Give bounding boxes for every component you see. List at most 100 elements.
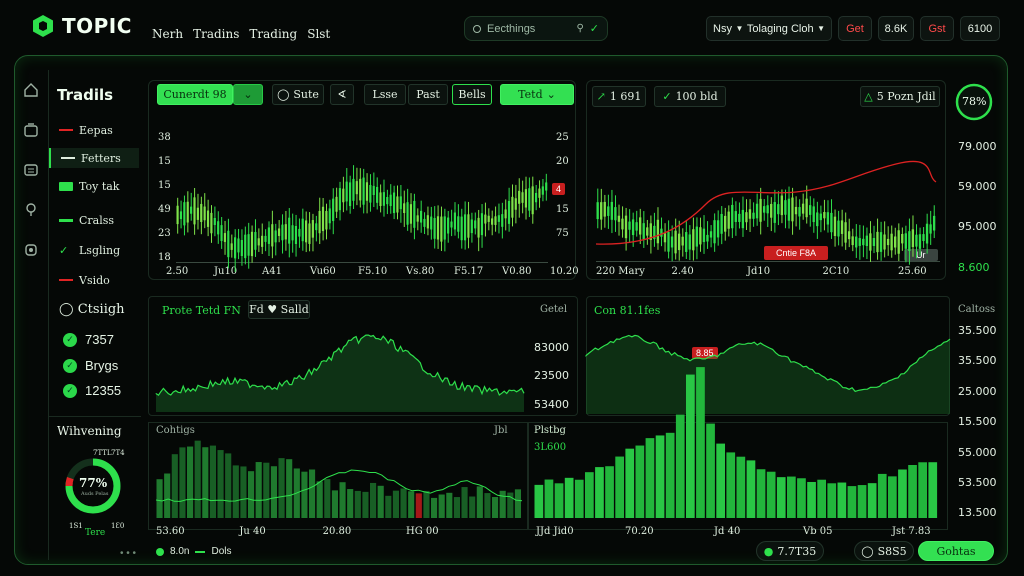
dropdown-group[interactable]: Nsy ▼ Tolaging Cloh ▼ [706,16,832,41]
gst-button[interactable]: Gst [920,16,954,41]
candle-body [759,198,762,222]
grid-icon[interactable] [23,162,39,178]
y-tick-right: 20 [556,156,569,167]
candle-body [426,215,429,229]
sidebar-item-cralss[interactable]: Cralss [49,210,139,230]
tab-lsse[interactable]: Lsse [364,84,406,105]
candle-body [504,209,507,219]
wallet-icon[interactable] [23,122,39,138]
candle-body [511,196,514,218]
tab-sute[interactable]: ◯ Sute [272,84,324,105]
x-tick: A41 [262,266,282,277]
nav-item[interactable]: Tradins [193,27,239,41]
stat-item[interactable]: ✓ Brygs [63,358,118,373]
filter-tag[interactable]: Fd ♥ Salld [248,300,310,319]
candle-body [491,218,494,225]
candle-body [433,218,436,239]
top-bar: TOPIC Nerh Tradins Trading Slst Eecthing… [0,0,1024,56]
chevron-down-icon[interactable]: ✓ [590,22,599,35]
area-fill [156,335,524,412]
candle-body [646,227,649,236]
candle-body [186,201,189,223]
bar [746,460,756,518]
search-icon[interactable]: ⚲ [576,23,583,34]
candle-body [738,213,741,222]
candle-body [318,210,321,234]
candle-body [332,198,335,221]
tab-current[interactable]: Cunerdt 98 [157,84,233,105]
candle-body [600,202,603,220]
candle-body [203,206,206,221]
tab-100bld[interactable]: ✓ 100 bld [654,86,726,107]
candle-body [206,210,210,227]
sidebar-item-fetters[interactable]: Fetters [49,148,139,168]
x-tick: HG 00 [406,526,439,537]
footer-count-button[interactable]: ◯ S8S5 [854,541,914,561]
candle-body [809,205,812,215]
candle-body [541,186,544,195]
candle-body [734,211,737,222]
home-icon[interactable] [23,82,39,98]
bar [888,476,897,518]
candle-body [223,233,227,242]
bar [476,486,483,518]
candle-body [487,215,490,222]
gauge-left-bottom: 1S1 [69,522,83,530]
check-icon: ✓ [662,90,672,103]
info-chip[interactable]: △ 5 Pozn Jdil [860,86,940,107]
info-label: 5 Pozn Jdil [876,90,936,103]
tab-past[interactable]: Past [408,84,448,105]
sidebar-item-eepas[interactable]: Eepas [49,120,139,140]
search-input[interactable]: Eecthings ⚲ ✓ [464,16,608,41]
nav-item[interactable]: Nerh [152,27,183,41]
tab-bells[interactable]: Bells [452,84,492,105]
sidebar-item-lsgling[interactable]: ✓ Lsgling [49,240,139,260]
candle-body [631,219,635,236]
bar [225,453,232,518]
dropdown-cloud[interactable]: Tolaging Cloh [747,23,814,35]
bar [675,414,685,518]
candle-type-icon[interactable]: ∢ [330,84,354,105]
chevron-down-icon: ▼ [817,24,825,33]
green-dot-icon [156,547,164,556]
bulb-icon[interactable] [23,202,39,218]
footer-primary-button[interactable]: Gohtas [918,541,994,561]
get-button[interactable]: Get [838,16,872,41]
sidebar-item-vsido[interactable]: Vsido [49,270,139,290]
stat-item[interactable]: ✓ 12355 [63,383,121,398]
chevron-down-icon: ⌄ [546,88,556,101]
footer-value-button[interactable]: ● 7.7T35 [756,541,824,561]
x-tick: 20.80 [322,526,352,537]
sidebar-item-toytak[interactable]: Toy tak [49,176,139,196]
y-tick: 53.500 [958,476,997,489]
bar [867,483,877,518]
count-button[interactable]: 6100 [960,16,1000,41]
dropdown-period[interactable]: Nsy [713,23,732,35]
bar [797,478,806,518]
value-button[interactable]: 8.6K [878,16,914,41]
tab-1691[interactable]: ↗ 1 691 [592,86,646,107]
candle-body [699,227,702,245]
bar [564,477,574,518]
y-tick: 15.500 [958,415,997,428]
x-tick: 220 Mary [596,266,645,277]
candle-body [244,234,247,259]
tab-tetd[interactable]: Tetd ⌄ [500,84,574,105]
candle-body [230,243,233,250]
more-dots[interactable]: • • • [120,548,136,559]
candle-body [308,223,311,244]
candle-body [376,186,379,203]
candle-body [406,202,409,225]
bar [706,423,715,518]
stat-item[interactable]: ✓ 7357 [63,332,114,347]
settings-icon[interactable] [23,242,39,258]
chevron-down-icon[interactable]: ⌄ [233,84,263,105]
candle-body [501,214,504,227]
bar [232,465,239,518]
bar [354,490,361,518]
nav-item[interactable]: Slst [307,27,330,41]
nav-item[interactable]: Trading [249,27,297,41]
candle-body [291,225,294,241]
brand-logo[interactable]: TOPIC [32,14,132,38]
candle-body [886,238,890,246]
